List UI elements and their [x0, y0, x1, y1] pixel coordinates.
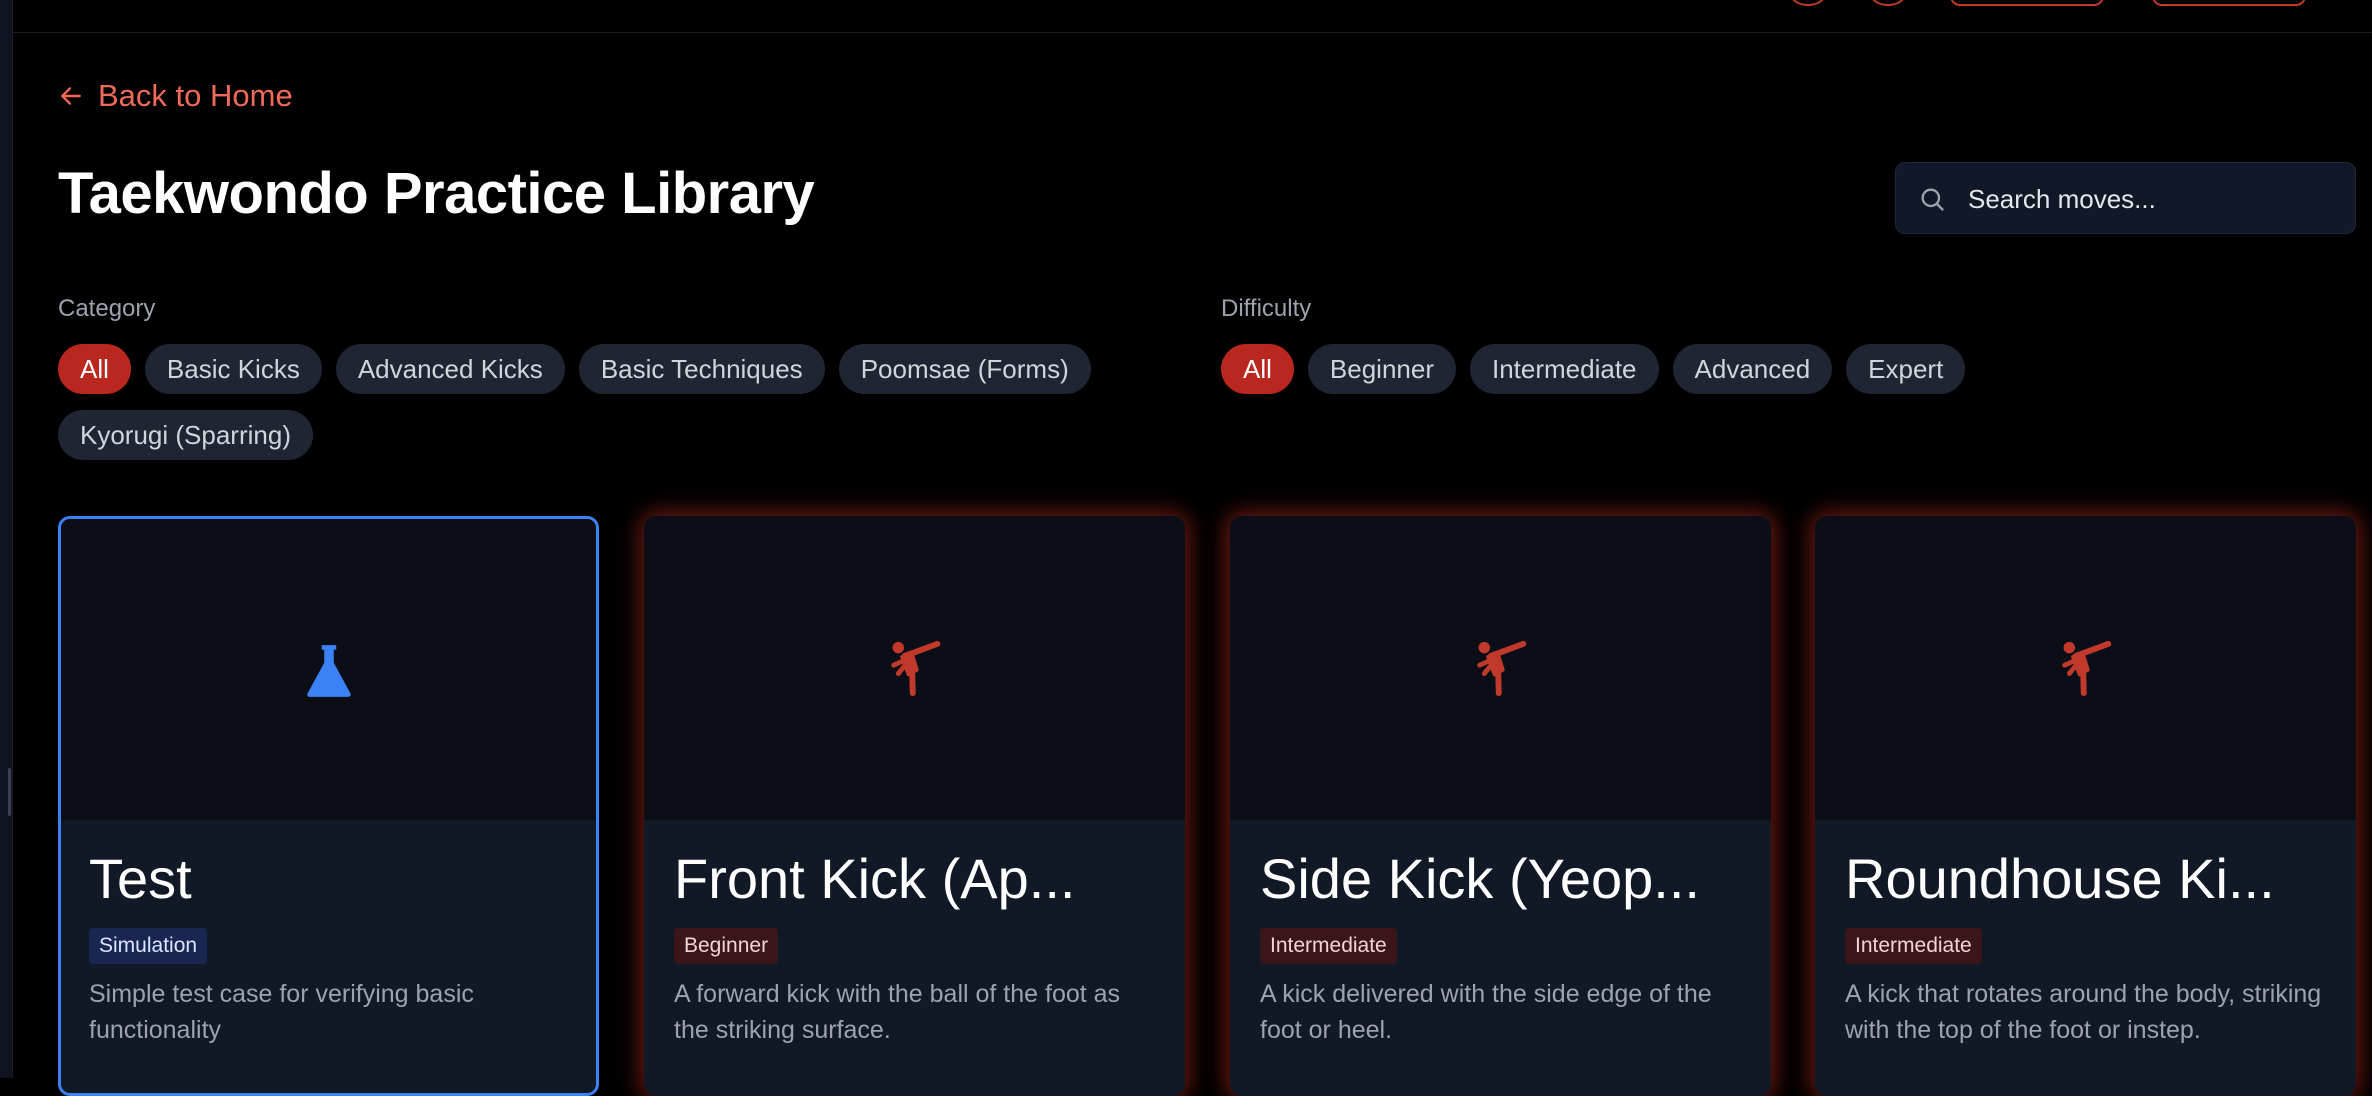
search-box[interactable] [1895, 162, 2356, 235]
move-card-front-kick[interactable]: Front Kick (Ap... Beginner A forward kic… [644, 516, 1185, 1096]
card-title: Side Kick (Yeop... [1260, 847, 1700, 910]
category-filter-label: Category [58, 295, 156, 322]
card-title: Front Kick (Ap... [674, 847, 1076, 910]
move-card-grid: Test Simulation Simple test case for ver… [58, 516, 2356, 1096]
category-chip-poomsae[interactable]: Poomsae (Forms) [838, 344, 1091, 394]
header-action-button[interactable] [1950, 0, 2104, 6]
category-chip-kyorugi[interactable]: Kyorugi (Sparring) [58, 410, 313, 460]
martial-arts-kick-icon [890, 640, 940, 697]
difficulty-chip-all[interactable]: All [1221, 344, 1294, 394]
back-link-label: Back to Home [98, 78, 293, 113]
difficulty-filter-chips: All Beginner Intermediate Advanced Exper… [1221, 344, 2321, 394]
card-media [644, 516, 1185, 820]
search-icon [1921, 188, 1944, 211]
card-title: Test [89, 847, 192, 910]
resize-handle[interactable] [8, 768, 11, 816]
header-icon-button[interactable] [1870, 0, 1906, 6]
category-chip-advanced-kicks[interactable]: Advanced Kicks [335, 344, 565, 394]
category-filter-chips: All Basic Kicks Advanced Kicks Basic Tec… [58, 344, 1158, 460]
card-badge: Intermediate [1845, 928, 1982, 964]
card-media [61, 519, 596, 820]
card-title: Roundhouse Ki... [1845, 847, 2275, 910]
search-input[interactable] [1966, 163, 2340, 235]
back-to-home-link[interactable]: Back to Home [58, 78, 293, 114]
move-card-roundhouse-kick[interactable]: Roundhouse Ki... Intermediate A kick tha… [1815, 516, 2356, 1096]
arrow-left-icon [61, 87, 81, 105]
difficulty-filter-label: Difficulty [1221, 295, 1312, 322]
flask-icon [306, 644, 351, 697]
card-badge: Simulation [89, 928, 208, 964]
left-sidebar-rail [0, 0, 13, 1078]
card-description: Simple test case for verifying basic fun… [89, 980, 474, 1044]
category-chip-basic-kicks[interactable]: Basic Kicks [144, 344, 322, 394]
move-card-test[interactable]: Test Simulation Simple test case for ver… [58, 516, 599, 1096]
page-title: Taekwondo Practice Library [58, 161, 815, 226]
card-media [1815, 516, 2356, 820]
difficulty-chip-beginner[interactable]: Beginner [1307, 344, 1456, 394]
header-action-button[interactable] [2152, 0, 2306, 6]
card-description: A forward kick with the ball of the foot… [674, 980, 1121, 1044]
difficulty-chip-expert[interactable]: Expert [1846, 344, 1966, 394]
top-header-bar [12, 0, 2372, 33]
move-card-side-kick[interactable]: Side Kick (Yeop... Intermediate A kick d… [1230, 516, 1771, 1096]
card-media [1230, 516, 1771, 820]
category-chip-all[interactable]: All [58, 344, 131, 394]
header-icon-button[interactable] [1790, 0, 1826, 6]
card-badge: Beginner [674, 928, 779, 964]
martial-arts-kick-icon [1476, 640, 1526, 697]
card-badge: Intermediate [1260, 928, 1397, 964]
difficulty-chip-advanced[interactable]: Advanced [1672, 344, 1833, 394]
card-description: A kick delivered with the side edge of t… [1260, 980, 1712, 1044]
martial-arts-kick-icon [2061, 640, 2111, 697]
difficulty-chip-intermediate[interactable]: Intermediate [1469, 344, 1659, 394]
card-description: A kick that rotates around the body, str… [1845, 980, 2322, 1044]
category-chip-basic-techniques[interactable]: Basic Techniques [578, 344, 825, 394]
